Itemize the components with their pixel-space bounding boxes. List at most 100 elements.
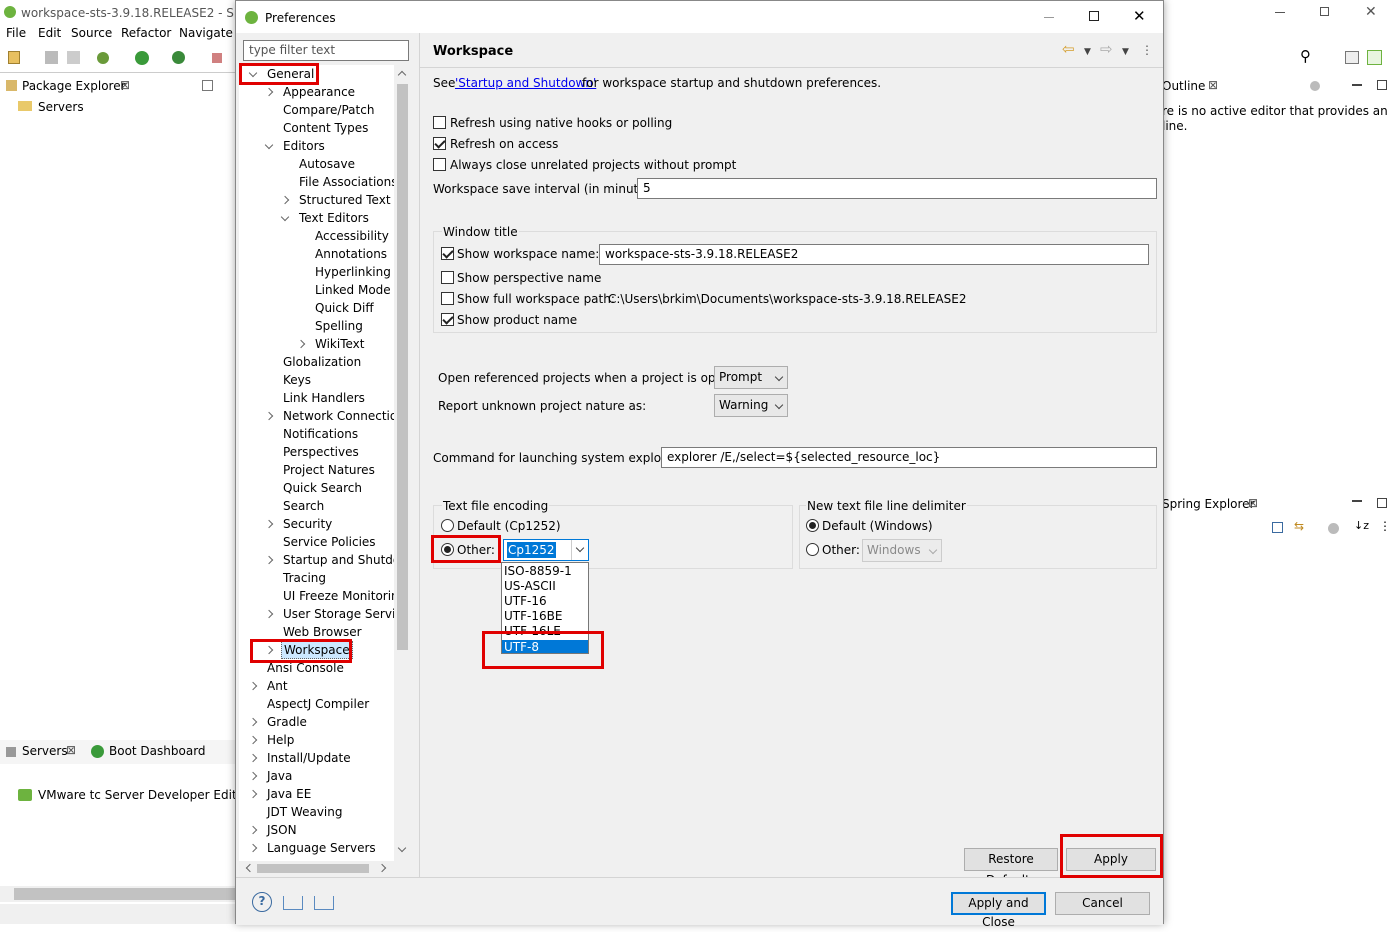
tree-item[interactable]: User Storage Service [239,605,409,623]
search-icon[interactable]: ⚲ [1300,48,1311,64]
tree-item[interactable]: Language Servers [239,839,394,857]
show-full-path-checkbox[interactable] [441,292,454,305]
tree-item[interactable]: Java [239,767,394,785]
import-icon[interactable] [283,896,303,910]
tree-item[interactable]: JSON [239,821,394,839]
enc-combo-button[interactable] [571,540,588,560]
outline-maximize-icon[interactable] [1377,80,1387,90]
tree-item[interactable]: Annotations [239,245,394,263]
filter-icon[interactable] [1328,523,1339,534]
refresh-native-label[interactable]: Refresh using native hooks or polling [450,115,672,131]
close-servers-tab-icon[interactable]: ⊠ [66,742,76,758]
always-close-checkbox[interactable] [433,158,446,171]
scroll-right-icon[interactable] [377,863,387,873]
restore-defaults-button[interactable]: Restore Defaults [964,848,1058,887]
tree-item[interactable]: Quick Search [239,479,394,497]
tree-item[interactable]: Project Natures [239,461,394,479]
save-all-icon[interactable] [67,51,80,64]
filter-input[interactable]: type filter text [243,40,409,61]
boot-dashboard-tab[interactable]: Boot Dashboard [109,743,206,759]
tree-item[interactable]: Quick Diff [239,299,394,317]
enc-default-label[interactable]: Default (Cp1252) [457,518,561,534]
delim-default-radio[interactable] [806,519,819,532]
outline-minimize-icon[interactable] [1352,84,1362,86]
tree-item[interactable]: Text Editors [239,209,394,227]
encoding-option[interactable]: US-ASCII [502,579,588,594]
always-close-label[interactable]: Always close unrelated projects without … [450,157,736,173]
encoding-option[interactable]: UTF-16 [502,594,588,609]
chevron-right-icon[interactable] [248,753,258,763]
command-input[interactable]: explorer /E,/select=${selected_resource_… [661,447,1157,468]
tree-item[interactable]: Notifications [239,425,394,443]
show-product-checkbox[interactable] [441,313,454,326]
tree-item[interactable]: Link Handlers [239,389,394,407]
report-unknown-combo[interactable]: Warning [714,394,788,417]
server-entry[interactable]: VMware tc Server Developer Edition v [18,787,266,805]
scroll-down-icon[interactable] [397,843,407,853]
tree-item[interactable]: Keys [239,371,394,389]
tree-item[interactable]: Content Types [239,119,394,137]
menu-refactor[interactable]: Refactor [121,25,171,41]
tree-vscroll-thumb[interactable] [397,84,408,650]
tree-item[interactable]: Autosave [239,155,394,173]
close-tab-icon[interactable]: ⊠ [120,77,130,93]
tree-item[interactable]: Search [239,497,394,515]
encoding-option[interactable]: UTF-16BE [502,609,588,624]
debug-icon[interactable] [97,52,109,64]
delim-default-label[interactable]: Default (Windows) [822,518,933,534]
tree-item[interactable]: Appearance [239,83,394,101]
chevron-right-icon[interactable] [248,789,258,799]
chevron-right-icon[interactable] [248,735,258,745]
chevron-right-icon[interactable] [248,825,258,835]
save-interval-input[interactable]: 5 [637,178,1157,199]
show-perspective-label[interactable]: Show perspective name [457,270,601,286]
dialog-close-icon[interactable]: ✕ [1133,8,1146,24]
close-outline-tab-icon[interactable]: ⊠ [1208,77,1218,93]
chevron-right-icon[interactable] [296,339,306,349]
run-icon[interactable] [135,51,149,65]
tree-item[interactable]: Startup and Shutdow [239,551,410,569]
tree-item[interactable]: Ant [239,677,394,695]
view-menu-icon[interactable]: ⋮ [1379,518,1389,534]
collapse-icon[interactable] [1272,522,1283,533]
back-dropdown-icon[interactable]: ▼ [1084,44,1091,60]
tree-item[interactable]: Compare/Patch [239,101,394,119]
stop-icon[interactable] [212,53,222,63]
spring-perspective-icon[interactable] [1367,50,1382,65]
tree-item[interactable]: Tracing [239,569,394,587]
show-perspective-checkbox[interactable] [441,271,454,284]
chevron-right-icon[interactable] [248,843,258,853]
enc-default-radio[interactable] [441,519,454,532]
ide-bottom-scrollbar[interactable] [0,886,240,902]
save-icon[interactable] [45,51,58,64]
tree-item[interactable]: JDT Weaving [239,803,394,821]
help-icon[interactable]: ? [252,892,272,912]
spring-maximize-icon[interactable] [1377,498,1387,508]
delim-other-combo[interactable]: Windows [862,539,942,562]
link-icon[interactable]: ⇆ [1294,518,1304,534]
tree-item[interactable]: WikiText [239,335,394,353]
outline-menu-icon[interactable] [1310,81,1320,91]
outline-tab[interactable]: Outline [1162,78,1205,94]
tree-item[interactable]: AspectJ Compiler [239,695,394,713]
package-explorer-tab[interactable]: Package Explorer [22,78,126,94]
delim-other-radio[interactable] [806,543,819,556]
show-full-path-label[interactable]: Show full workspace path: [457,291,615,307]
close-spring-explorer-tab-icon[interactable]: ⊠ [1248,495,1258,511]
chevron-right-icon[interactable] [264,519,274,529]
tree-hscroll-thumb[interactable] [257,864,369,873]
chevron-right-icon[interactable] [248,717,258,727]
tree-item[interactable]: Editors [239,137,394,155]
tree-item[interactable]: Network Connection: [239,407,409,425]
tree-item[interactable]: Install/Update [239,749,394,767]
spring-explorer-tab[interactable]: Spring Explorer [1162,496,1255,512]
refresh-native-checkbox[interactable] [433,116,446,129]
encoding-option[interactable]: ISO-8859-1 [502,564,588,579]
show-ws-name-checkbox[interactable] [441,247,454,260]
refresh-access-checkbox[interactable] [433,137,446,150]
chevron-right-icon[interactable] [264,87,274,97]
show-product-label[interactable]: Show product name [457,312,577,328]
chevron-right-icon[interactable] [264,555,274,565]
tree-item[interactable]: Gradle [239,713,394,731]
new-icon[interactable] [8,51,20,64]
